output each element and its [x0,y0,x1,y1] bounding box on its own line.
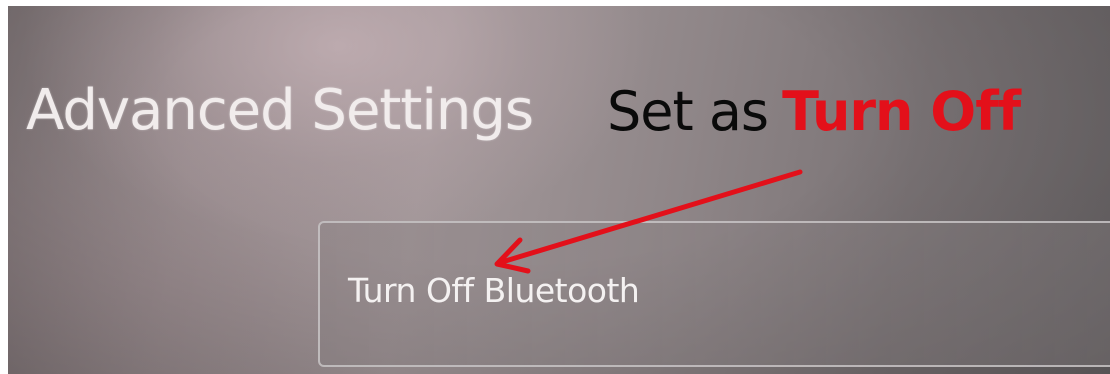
annotation-emphasis: Turn Off [782,80,1021,143]
option-label: Turn Off Bluetooth [348,271,640,310]
annotation-prefix: Set as [607,80,769,143]
turn-off-bluetooth-option[interactable]: Turn Off Bluetooth [318,221,1110,367]
page-title: Advanced Settings [26,78,534,143]
screenshot-frame: Advanced Settings Set as Turn Off Turn Of… [0,0,1110,374]
instruction-annotation: Set as Turn Off [607,80,1021,143]
